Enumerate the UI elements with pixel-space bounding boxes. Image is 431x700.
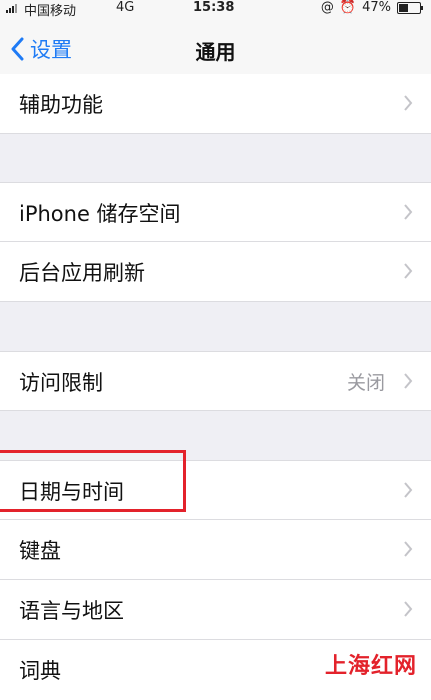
row-label: 语言与地区 <box>19 599 124 623</box>
row-label: 键盘 <box>19 539 61 563</box>
row-label: 词典 <box>19 659 61 683</box>
carrier-label: 中国移动 <box>24 4 77 19</box>
status-bar: 中国移动 4G 15:38 @ ⏰ 47% <box>0 0 431 19</box>
signal-icon <box>6 2 17 13</box>
alarm-icon: ⏰ <box>339 0 357 15</box>
row-accessibility[interactable]: 辅助功能 <box>0 74 431 134</box>
row-language-region[interactable]: 语言与地区 <box>0 580 431 640</box>
chevron-right-icon <box>404 95 413 111</box>
battery-percent: 47% <box>362 0 391 15</box>
status-time: 15:38 <box>193 0 235 15</box>
chevron-right-icon <box>404 601 413 617</box>
row-background-app-refresh[interactable]: 后台应用刷新 <box>0 242 431 302</box>
chevron-right-icon <box>404 263 413 279</box>
chevron-right-icon <box>404 482 413 498</box>
at-icon: @ <box>320 0 334 15</box>
row-keyboard[interactable]: 键盘 <box>0 520 431 580</box>
row-label: iPhone 储存空间 <box>19 202 181 226</box>
chevron-right-icon <box>404 373 413 389</box>
page-title: 通用 <box>195 40 236 64</box>
row-iphone-storage[interactable]: iPhone 储存空间 <box>0 182 431 242</box>
network-label: 4G <box>116 0 135 15</box>
chevron-right-icon <box>404 541 413 557</box>
row-label: 访问限制 <box>19 371 103 395</box>
row-restrictions[interactable]: 访问限制 关闭 <box>0 351 431 411</box>
chevron-right-icon <box>404 204 413 220</box>
battery-icon <box>397 1 423 14</box>
highlight-box <box>0 450 186 512</box>
row-label: 后台应用刷新 <box>19 261 145 285</box>
watermark: 上海红网 <box>324 654 417 679</box>
row-label: 辅助功能 <box>19 93 103 117</box>
row-value: 关闭 <box>346 372 385 394</box>
